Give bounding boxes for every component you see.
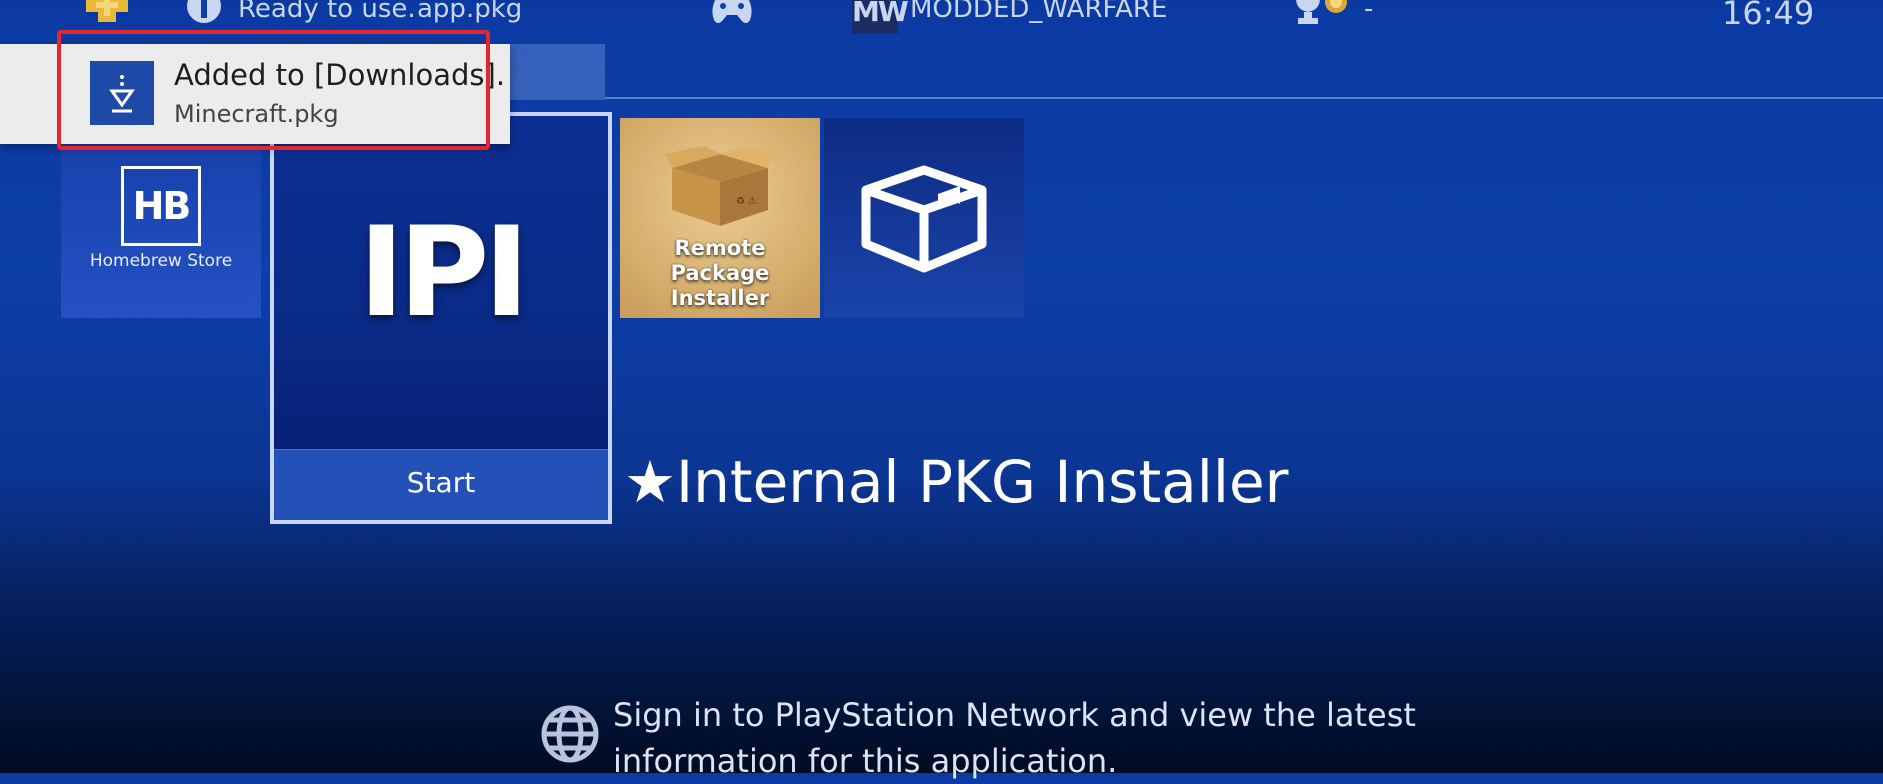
highlight-annotation xyxy=(57,30,490,150)
info-line1: Sign in to PlayStation Network and view … xyxy=(613,696,1416,734)
start-button[interactable]: Start xyxy=(274,449,608,520)
rpi-label-line1: Remote xyxy=(674,236,766,260)
game-name: MODDED_WARFARE xyxy=(910,0,1168,24)
trophy-icon xyxy=(1290,0,1354,30)
game-badge-text: MW xyxy=(852,0,909,28)
internal-pkg-installer-tile[interactable]: IPI Start xyxy=(270,112,612,524)
cardboard-box-icon: ♻ ⚠ xyxy=(664,146,776,226)
info-icon xyxy=(186,0,222,30)
gamepad-icon xyxy=(710,0,754,34)
ipi-logo: IPI xyxy=(358,201,529,345)
svg-text:♻ ⚠: ♻ ⚠ xyxy=(736,196,757,207)
info-text: Sign in to PlayStation Network and view … xyxy=(613,692,1433,784)
remote-package-installer-tile[interactable]: ♻ ⚠ Remote Package Installer xyxy=(620,118,820,318)
status-info-text: Ready to use. xyxy=(238,0,416,24)
package-tile[interactable] xyxy=(824,118,1024,318)
ps-plus-icon xyxy=(86,0,132,26)
status-bar: Ready to use. app.pkg MW MODDED_WARFARE … xyxy=(0,0,1883,34)
info-line2: information for this application. xyxy=(613,742,1118,780)
globe-icon xyxy=(541,705,599,763)
homebrew-store-label: Homebrew Store xyxy=(89,251,233,271)
rpi-label-line2: Package Installer xyxy=(670,261,770,310)
game-badge: MW xyxy=(852,0,909,34)
trophy-text: - xyxy=(1364,0,1374,24)
package-box-icon xyxy=(861,165,987,273)
clock: 16:49 xyxy=(1722,0,1815,32)
header-divider xyxy=(605,97,1883,99)
remote-package-installer-label: Remote Package Installer xyxy=(620,236,820,311)
homebrew-logo: HB xyxy=(121,166,201,246)
status-info-file: app.pkg xyxy=(417,0,523,24)
focused-app-title: ★Internal PKG Installer xyxy=(624,448,1289,516)
